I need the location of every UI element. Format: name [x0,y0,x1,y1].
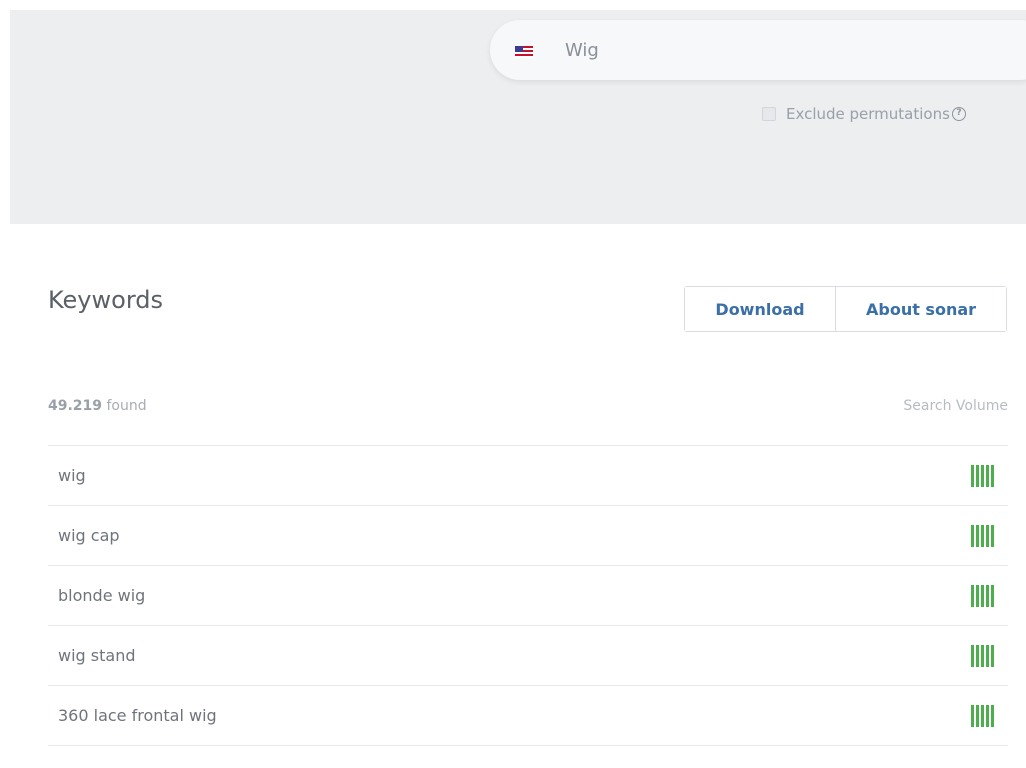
volume-bar [991,524,994,547]
keywords-actions: Download About sonar [684,286,1007,332]
volume-bar [981,704,984,727]
search-volume-bars [971,704,994,727]
volume-bar [986,644,989,667]
keyword-row[interactable]: blonde wig [48,566,1008,626]
keyword-text: wig stand [58,646,136,665]
volume-bar [981,584,984,607]
volume-bar [976,644,979,667]
volume-bar [986,464,989,487]
volume-bar [976,464,979,487]
volume-bar [991,644,994,667]
about-sonar-button[interactable]: About sonar [835,287,1006,331]
volume-bar [971,524,974,547]
keyword-list: wig wig cap blonde wig wig stand 360 lace fr… [48,445,1008,746]
keyword-search-input[interactable] [565,34,965,66]
us-flag-icon[interactable] [515,46,533,58]
exclude-permutations-label[interactable]: Exclude permutations [786,105,950,123]
volume-bar [976,524,979,547]
keyword-row[interactable]: 360 lace frontal wig [48,686,1008,746]
volume-bar [981,464,984,487]
found-count: 49.219 found [48,398,147,414]
exclude-permutations-checkbox[interactable] [762,107,776,121]
keyword-text: wig cap [58,526,120,545]
help-icon[interactable]: ? [951,107,966,121]
keywords-title: Keywords [48,286,164,314]
volume-bar [981,644,984,667]
search-volume-bars [971,524,994,547]
download-button[interactable]: Download [685,287,835,331]
keyword-row[interactable]: wig cap [48,506,1008,566]
keyword-text: wig [58,466,86,485]
found-suffix: found [106,398,147,414]
keyword-text: blonde wig [58,586,146,605]
exclude-permutations-option[interactable]: Exclude permutations ? [762,102,966,126]
keyword-text: 360 lace frontal wig [58,706,217,725]
search-volume-bars [971,464,994,487]
volume-bar [986,704,989,727]
volume-bar [986,584,989,607]
volume-bar [971,464,974,487]
volume-bar [971,584,974,607]
volume-bar [991,704,994,727]
results-summary: 49.219 found Search Volume [48,393,1008,419]
search-volume-header: Search Volume [903,398,1008,414]
found-number: 49.219 [48,398,103,414]
volume-bar [986,524,989,547]
volume-bar [976,704,979,727]
volume-bar [976,584,979,607]
search-volume-bars [971,584,994,607]
volume-bar [981,524,984,547]
keyword-row[interactable]: wig [48,446,1008,506]
keyword-row[interactable]: wig stand [48,626,1008,686]
search-bar[interactable] [490,20,1026,80]
volume-bar [971,704,974,727]
search-volume-bars [971,644,994,667]
volume-bar [991,584,994,607]
volume-bar [971,644,974,667]
volume-bar [991,464,994,487]
